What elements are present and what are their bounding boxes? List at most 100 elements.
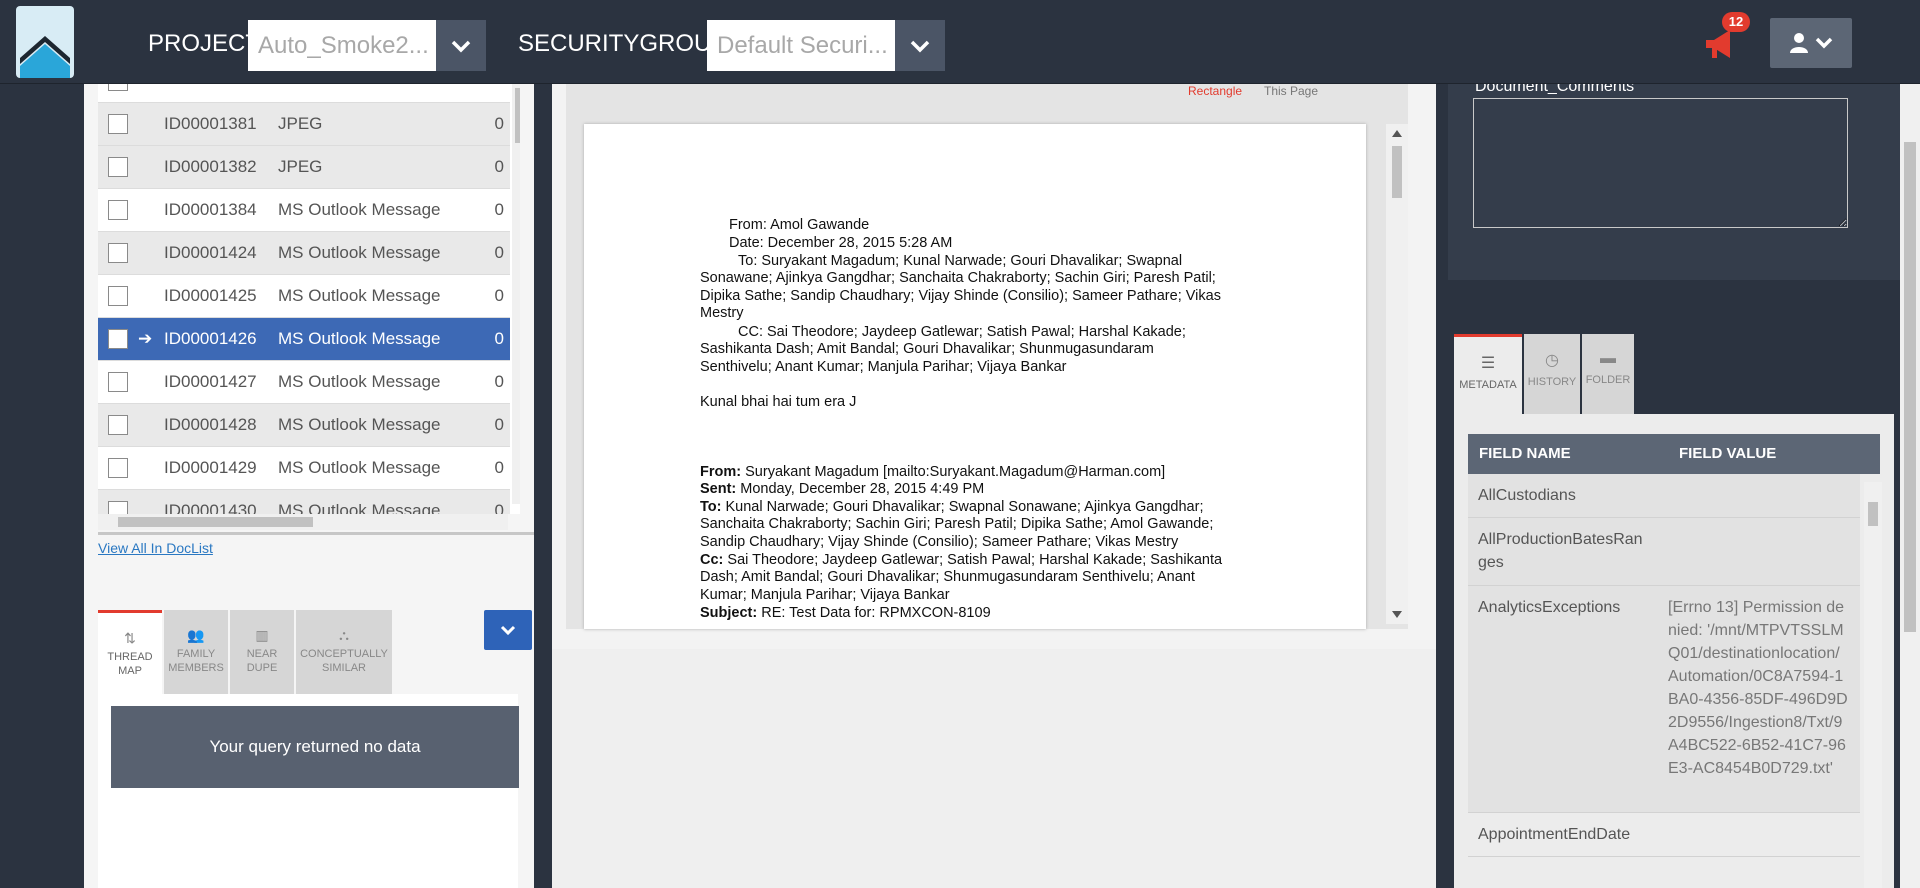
- app-logo[interactable]: [16, 6, 74, 78]
- right-panel: Document_Comments ☰ METADATA ◷ HISTORY ▬…: [1448, 78, 1900, 888]
- doc-type: MS Outlook Message: [278, 243, 441, 262]
- user-icon: [1790, 33, 1808, 53]
- doc-type: MS Outlook Message: [278, 372, 441, 391]
- scrollbar-thumb[interactable]: [1392, 146, 1402, 198]
- collapse-panel-button[interactable]: [484, 610, 532, 650]
- doc-list-horizontal-scrollbar[interactable]: [98, 514, 508, 530]
- viewer-vertical-scrollbar[interactable]: [1386, 124, 1408, 624]
- doc-id: ID00001428: [164, 415, 257, 434]
- project-dropdown-button[interactable]: [436, 20, 486, 71]
- doc-id: ID00001427: [164, 372, 257, 391]
- row-checkbox[interactable]: [108, 84, 128, 91]
- user-menu-button[interactable]: [1770, 18, 1852, 68]
- table-row[interactable]: ID00001428 MS Outlook Message 0: [98, 404, 510, 447]
- securitygroup-label: SECURITYGROUP:: [518, 30, 735, 57]
- doc-field-value: Sai Theodore; Jaydeep Gatlewar; Satish P…: [727, 552, 1223, 568]
- doc-field-value: Kunal Narwade; Gouri Dhavalikar; Swapnal…: [725, 499, 1204, 515]
- page-vertical-scrollbar[interactable]: [1900, 84, 1920, 888]
- viewer-empty-area: [552, 649, 1436, 888]
- near-dupe-icon: ▥: [255, 627, 269, 643]
- securitygroup-select[interactable]: Default Securi...: [707, 20, 895, 71]
- no-data-message: Your query returned no data: [111, 706, 519, 788]
- tab-near-dupe[interactable]: ▥ NEAR DUPE: [230, 610, 294, 694]
- securitygroup-dropdown-button[interactable]: [895, 20, 945, 71]
- conceptually-similar-icon: ⛬: [339, 627, 349, 643]
- doc-line: Sandip Chaudhary; Vijay Shinde (Consilio…: [700, 534, 1179, 550]
- doc-count: 0: [494, 157, 504, 176]
- row-checkbox[interactable]: [108, 372, 128, 392]
- metadata-row: AnalyticsExceptions [Errno 13] Permissio…: [1468, 586, 1860, 813]
- table-row[interactable]: ID00001424 MS Outlook Message 0: [98, 232, 510, 275]
- doc-line: From: Amol Gawande: [729, 217, 870, 233]
- row-checkbox[interactable]: [108, 329, 128, 349]
- row-checkbox[interactable]: [108, 157, 128, 177]
- row-checkbox[interactable]: [108, 458, 128, 478]
- doc-line: Dipika Sathe; Sandip Chaudhary; Vijay Sh…: [700, 288, 1221, 304]
- scrollbar-thumb[interactable]: [1868, 502, 1878, 526]
- table-row[interactable]: ID00001384 MS Outlook Message 0: [98, 189, 510, 232]
- tab-metadata[interactable]: ☰ METADATA: [1454, 334, 1522, 414]
- doc-line: CC: Sai Theodore; Jaydeep Gatlewar; Sati…: [738, 324, 1186, 340]
- metadata-scrollbar[interactable]: [1864, 482, 1882, 888]
- scroll-down-icon[interactable]: [1392, 611, 1402, 618]
- doc-line: Date: December 28, 2015 5:28 AM: [729, 235, 953, 251]
- table-row-selected[interactable]: ➔ ID00001426 MS Outlook Message 0: [98, 318, 510, 361]
- chevron-down-icon: [910, 40, 930, 52]
- project-label: PROJECT:: [148, 30, 265, 57]
- scrollbar-thumb[interactable]: [515, 88, 520, 143]
- column-header: FIELD VALUE: [1679, 445, 1777, 462]
- field-name: AllProductionBatesRanges: [1478, 531, 1643, 571]
- document-comments-textarea[interactable]: [1473, 98, 1848, 228]
- row-checkbox[interactable]: [108, 286, 128, 306]
- tab-thread-map[interactable]: ⇅ THREAD MAP: [98, 610, 162, 694]
- tab-folder[interactable]: ▬ FOLDER: [1582, 334, 1634, 414]
- table-row[interactable]: ID00001381 JPEG 0: [98, 103, 510, 146]
- this-page-link[interactable]: This Page: [1264, 84, 1318, 98]
- scrollbar-thumb[interactable]: [118, 517, 313, 527]
- tab-conceptually-similar[interactable]: ⛬ CONCEPTUALLY SIMILAR: [296, 610, 392, 694]
- project-select[interactable]: Auto_Smoke2...: [248, 20, 436, 71]
- doc-id: ID00001381: [164, 114, 257, 133]
- scrollbar-thumb[interactable]: [1904, 142, 1916, 632]
- row-checkbox[interactable]: [108, 415, 128, 435]
- doc-count: 0: [494, 458, 504, 477]
- doc-field-label: Cc:: [700, 552, 724, 568]
- view-all-in-doclist-link[interactable]: View All In DocList: [98, 540, 213, 556]
- table-row[interactable]: ID00001427 MS Outlook Message 0: [98, 361, 510, 404]
- doc-id: ID00001384: [164, 200, 257, 219]
- table-row[interactable]: ID00001430 MS Outlook Message 0: [98, 490, 510, 514]
- doc-field-value: Suryakant Magadum [mailto:Suryakant.Maga…: [745, 464, 1166, 480]
- field-name: AnalyticsExceptions: [1478, 599, 1621, 616]
- doc-type: MS Outlook Message: [278, 329, 441, 348]
- row-checkbox[interactable]: [108, 114, 128, 134]
- table-row[interactable]: [98, 84, 510, 103]
- table-row[interactable]: ID00001429 MS Outlook Message 0: [98, 447, 510, 490]
- doc-line: Subject: RE: Test Data for: RPMXCON-8109: [700, 605, 991, 623]
- rectangle-annotation-link[interactable]: Rectangle: [1188, 84, 1242, 98]
- doc-count: 0: [494, 243, 504, 262]
- table-row[interactable]: ID00001382 JPEG 0: [98, 146, 510, 189]
- doc-list-grid: ID00001381 JPEG 0 ID00001382 JPEG 0 ID00…: [98, 84, 520, 514]
- scroll-up-icon[interactable]: [1392, 130, 1402, 137]
- tab-history[interactable]: ◷ HISTORY: [1524, 334, 1580, 414]
- doc-line: Sashikanta Dash; Amit Bandal; Gouri Dhav…: [700, 341, 1154, 357]
- document-viewer: Rectangle This Page From: Amol Gawande D…: [552, 84, 1436, 888]
- doc-line: Sanchaita Chakraborty; Sachin Giri; Pare…: [700, 516, 1214, 532]
- row-checkbox[interactable]: [108, 200, 128, 220]
- doc-line: Senthivelu; Anant Kumar; Manjula Parihar…: [700, 359, 1067, 375]
- tab-label: MAP: [118, 665, 142, 677]
- row-checkbox[interactable]: [108, 501, 128, 514]
- tab-family-members[interactable]: 👥 FAMILY MEMBERS: [164, 610, 228, 694]
- doc-list-vertical-scrollbar[interactable]: [512, 84, 520, 504]
- folder-icon: ▬: [1600, 350, 1616, 367]
- tab-label: HISTORY: [1527, 376, 1577, 388]
- row-checkbox[interactable]: [108, 243, 128, 263]
- table-row[interactable]: ID00001425 MS Outlook Message 0: [98, 275, 510, 318]
- viewer-frame: Rectangle This Page From: Amol Gawande D…: [566, 84, 1408, 629]
- doc-type: JPEG: [278, 157, 323, 176]
- doc-id: ID00001425: [164, 286, 257, 305]
- comments-section: Document_Comments: [1448, 78, 1900, 280]
- doc-list-panel: ID00001381 JPEG 0 ID00001382 JPEG 0 ID00…: [84, 84, 534, 888]
- doc-line: To: Suryakant Magadum; Kunal Narwade; Go…: [738, 253, 1183, 269]
- doc-field-value: RE: Test Data for: RPMXCON-8109: [761, 605, 991, 621]
